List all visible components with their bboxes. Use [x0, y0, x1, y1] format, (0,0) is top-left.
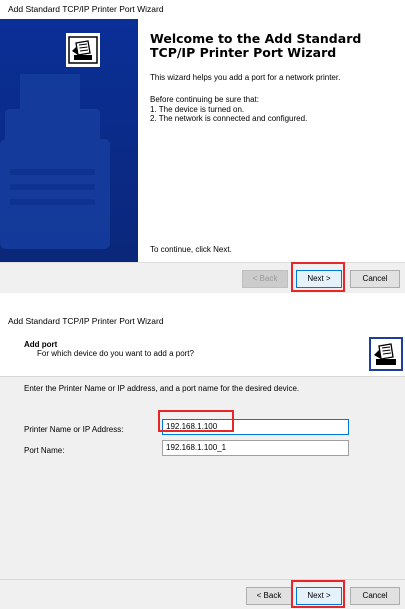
- wizard2-window-title: Add Standard TCP/IP Printer Port Wizard: [8, 316, 164, 326]
- wizard1-continue-text: To continue, click Next.: [150, 245, 232, 254]
- printer-name-highlight: [158, 410, 234, 432]
- printer-icon: [369, 337, 403, 371]
- wizard2-content: [0, 376, 405, 579]
- wizard2-instruction: Enter the Printer Name or IP address, an…: [24, 384, 300, 393]
- wizard1-cancel-button[interactable]: Cancel: [350, 270, 400, 288]
- wizard2-cancel-button[interactable]: Cancel: [350, 587, 400, 605]
- wizard2-header-subtitle: For which device do you want to add a po…: [37, 349, 194, 358]
- wizard1-heading: Welcome to the Add Standard TCP/IP Print…: [150, 31, 362, 60]
- printer-name-label: Printer Name or IP Address:: [24, 425, 124, 434]
- wizard1-window-title: Add Standard TCP/IP Printer Port Wizard: [8, 4, 164, 14]
- wizard2-next-highlight: [291, 580, 345, 608]
- wizard1-next-highlight: [291, 262, 345, 292]
- wizard1-intro: This wizard helps you add a port for a n…: [150, 73, 341, 82]
- wizard1-checklist-item: 2. The network is connected and configur…: [150, 114, 308, 123]
- wizard1-before-label: Before continuing be sure that:: [150, 95, 259, 104]
- wizard2-back-button[interactable]: < Back: [246, 587, 292, 605]
- wizard2-header-title: Add port: [24, 340, 58, 349]
- printer-icon: [66, 33, 100, 67]
- port-name-field[interactable]: 192.168.1.100_1: [162, 440, 349, 456]
- wizard1-banner: [0, 19, 138, 262]
- wizard1-back-button[interactable]: < Back: [242, 270, 288, 288]
- port-name-label: Port Name:: [24, 446, 65, 455]
